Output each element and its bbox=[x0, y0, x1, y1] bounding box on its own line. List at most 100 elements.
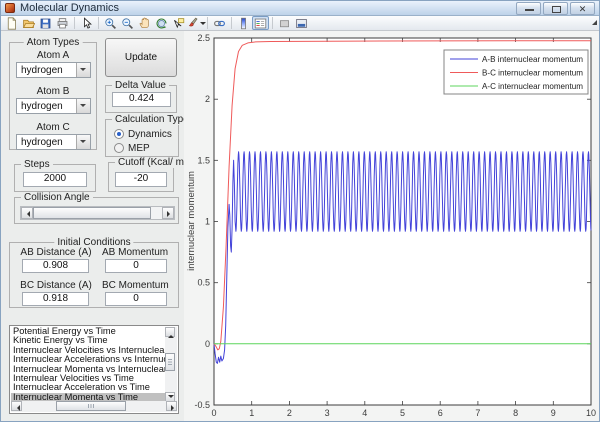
data-cursor-tool-button[interactable] bbox=[170, 16, 187, 30]
listbox-vscrollbar[interactable] bbox=[165, 327, 177, 402]
slider-right-arrow-icon[interactable] bbox=[162, 207, 174, 219]
dock-figure-tool-icon bbox=[295, 17, 308, 30]
hscroll-thumb[interactable] bbox=[56, 401, 126, 411]
y-axis-label: internuclear momentum bbox=[186, 171, 197, 271]
title-bar: Molecular Dynamics ✕ bbox=[1, 1, 599, 16]
list-item[interactable]: Internuclear Acceleration vs Time bbox=[11, 383, 167, 392]
save-figure-icon bbox=[39, 17, 52, 30]
new-figure-icon bbox=[5, 17, 18, 30]
close-button[interactable]: ✕ bbox=[570, 2, 595, 15]
print-figure-button[interactable] bbox=[54, 16, 71, 30]
pointer-tool-icon bbox=[80, 17, 93, 30]
toolbar-separator bbox=[204, 17, 211, 29]
radio-mep[interactable]: MEP bbox=[114, 142, 150, 154]
list-item[interactable]: Potential Energy vs Time bbox=[11, 327, 167, 336]
brush-tool-icon bbox=[186, 17, 199, 30]
ab-momentum-field[interactable]: 0 bbox=[105, 259, 167, 273]
svg-text:2: 2 bbox=[287, 408, 292, 418]
legend-entry-label: A-C internuclear momentum bbox=[482, 81, 583, 91]
bc-distance-field[interactable]: 0.918 bbox=[22, 292, 89, 306]
rotate-3d-tool-button[interactable] bbox=[153, 16, 170, 30]
update-button[interactable]: Update bbox=[105, 38, 177, 77]
svg-text:5: 5 bbox=[400, 408, 405, 418]
zoom-out-tool-button[interactable] bbox=[119, 16, 136, 30]
hide-plot-tools-tool-icon bbox=[278, 17, 291, 30]
bc-momentum-field[interactable]: 0 bbox=[105, 292, 167, 306]
cutoff-field[interactable]: -20 bbox=[115, 172, 167, 187]
figure-toolbar bbox=[1, 16, 599, 31]
scroll-up-icon[interactable] bbox=[165, 327, 175, 337]
calculation-type-panel: Calculation Type Dynamics MEP bbox=[105, 119, 179, 157]
app-icon bbox=[5, 3, 15, 13]
svg-text:-0.5: -0.5 bbox=[194, 400, 210, 410]
radio-dynamics-dot bbox=[114, 129, 124, 139]
svg-text:0.5: 0.5 bbox=[197, 278, 210, 288]
list-item[interactable]: Kinetic Energy vs Time bbox=[11, 336, 167, 345]
scroll-left-icon[interactable] bbox=[11, 401, 22, 411]
pan-tool-button[interactable] bbox=[136, 16, 153, 30]
legend-entry-label: A-B internuclear momentum bbox=[482, 54, 583, 64]
collision-angle-slider[interactable] bbox=[20, 206, 175, 220]
svg-text:2: 2 bbox=[205, 94, 210, 104]
delta-value-title: Delta Value bbox=[112, 80, 169, 91]
save-figure-button[interactable] bbox=[37, 16, 54, 30]
pan-tool-icon bbox=[138, 17, 151, 30]
pointer-tool-button[interactable] bbox=[78, 16, 95, 30]
toolbar-overflow-chevron-icon[interactable] bbox=[592, 20, 597, 25]
vscroll-thumb[interactable] bbox=[165, 353, 175, 371]
atom-a-dropdown[interactable]: hydrogen bbox=[16, 62, 91, 78]
bc-momentum-label: BC Momentum bbox=[102, 280, 168, 291]
insert-colorbar-tool-button[interactable] bbox=[235, 16, 252, 30]
svg-text:1.5: 1.5 bbox=[197, 155, 210, 165]
chevron-down-icon bbox=[76, 99, 90, 113]
svg-text:3: 3 bbox=[325, 408, 330, 418]
slider-thumb[interactable] bbox=[33, 207, 151, 219]
toolbar-separator bbox=[228, 17, 235, 29]
slider-left-arrow-icon[interactable] bbox=[21, 207, 33, 219]
delta-value-field[interactable]: 0.424 bbox=[112, 92, 171, 107]
zoom-in-tool-icon bbox=[104, 17, 117, 30]
atom-b-dropdown[interactable]: hydrogen bbox=[16, 98, 91, 114]
list-item[interactable]: Internulear Velocities vs Time bbox=[11, 374, 167, 383]
maximize-icon bbox=[552, 6, 561, 13]
radio-mep-dot bbox=[114, 143, 124, 153]
molecular-dynamics-window: Molecular Dynamics ✕ Atom Types Atom A h… bbox=[0, 0, 600, 422]
svg-text:7: 7 bbox=[475, 408, 480, 418]
svg-text:0: 0 bbox=[211, 408, 216, 418]
toolbar-separator bbox=[269, 17, 276, 29]
brush-tool-button[interactable] bbox=[187, 16, 204, 30]
zoom-in-tool-button[interactable] bbox=[102, 16, 119, 30]
window-title: Molecular Dynamics bbox=[20, 2, 119, 14]
svg-text:8: 8 bbox=[513, 408, 518, 418]
list-item[interactable]: Internuclear Accelerations vs Internucle… bbox=[11, 355, 167, 364]
ab-momentum-label: AB Momentum bbox=[102, 247, 168, 258]
dock-figure-tool-button[interactable] bbox=[293, 16, 310, 30]
list-item[interactable]: Internuclear Velocities vs Internuclear … bbox=[11, 346, 167, 355]
insert-legend-tool-button[interactable] bbox=[252, 16, 269, 30]
link-plot-tool-button[interactable] bbox=[211, 16, 228, 30]
list-item[interactable]: Internuclear Momenta vs Internuclear Dis… bbox=[11, 365, 167, 374]
minimize-button[interactable] bbox=[516, 2, 541, 15]
chart-legend[interactable]: A-B internuclear momentumB-C internuclea… bbox=[444, 50, 588, 94]
atom-b-label: Atom B bbox=[10, 86, 96, 97]
atom-a-label: Atom A bbox=[10, 50, 96, 61]
atom-b-value: hydrogen bbox=[21, 101, 63, 112]
maximize-button[interactable] bbox=[543, 2, 568, 15]
plot-type-listbox[interactable]: Potential Energy vs TimeKinetic Energy v… bbox=[9, 325, 179, 414]
radio-dynamics[interactable]: Dynamics bbox=[114, 128, 172, 140]
chart-canvas: 012345678910-0.500.511.522.5internuclear… bbox=[184, 31, 600, 422]
open-file-button[interactable] bbox=[20, 16, 37, 30]
svg-text:2.5: 2.5 bbox=[197, 33, 210, 43]
new-figure-button[interactable] bbox=[3, 16, 20, 30]
steps-field[interactable]: 2000 bbox=[23, 172, 87, 187]
svg-text:10: 10 bbox=[586, 408, 596, 418]
scroll-right-icon[interactable] bbox=[166, 401, 177, 411]
atom-c-dropdown[interactable]: hydrogen bbox=[16, 134, 91, 150]
ab-distance-field[interactable]: 0.908 bbox=[22, 259, 89, 273]
radio-mep-label: MEP bbox=[128, 143, 150, 154]
open-file-icon bbox=[22, 17, 35, 30]
data-cursor-tool-icon bbox=[172, 17, 185, 30]
svg-text:1: 1 bbox=[205, 217, 210, 227]
hide-plot-tools-tool-button[interactable] bbox=[276, 16, 293, 30]
listbox-hscrollbar[interactable] bbox=[11, 401, 177, 412]
